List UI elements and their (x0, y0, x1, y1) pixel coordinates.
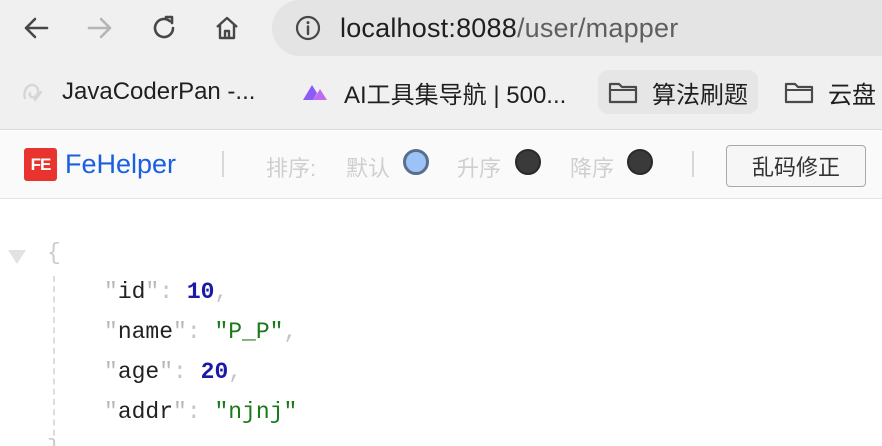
back-button[interactable] (16, 8, 56, 48)
indent-guide (53, 276, 55, 446)
back-arrow-icon (24, 17, 49, 39)
sort-option-asc-label: 升序 (457, 156, 502, 181)
json-value: 10 (186, 279, 215, 305)
sort-default-radio[interactable] (403, 149, 429, 175)
json-value: "njnj" (214, 399, 298, 425)
json-entry-name[interactable]: "name": "P_P", (104, 319, 297, 345)
home-button[interactable] (207, 8, 247, 48)
bookmark-label: JavaCoderPan -... (62, 78, 256, 105)
fehelper-logo[interactable]: FE FeHelper (24, 148, 176, 181)
url-text: localhost:8088/user/mapper (340, 13, 678, 44)
bookmark-label: 云盘 (828, 81, 876, 109)
bookmark-javacoderpan[interactable]: JavaCoderPan -... (18, 70, 255, 114)
json-entry-id[interactable]: "id": 10, (104, 279, 228, 305)
url-host: localhost:8088 (340, 12, 517, 43)
address-bar[interactable]: localhost:8088/user/mapper (272, 0, 882, 56)
site-info-icon[interactable] (294, 14, 322, 42)
home-icon (216, 16, 238, 40)
folder-icon (608, 77, 638, 107)
json-close-brace: } (47, 436, 61, 446)
toolbar-divider (692, 151, 694, 177)
forward-arrow-icon (87, 17, 112, 39)
ai-logo-icon (300, 77, 330, 107)
json-viewer: { "id": 10, "name": "P_P", "age": 20, "a… (0, 200, 882, 446)
fix-encoding-button[interactable]: 乱码修正 (726, 145, 866, 187)
fehelper-badge-icon: FE (24, 148, 57, 181)
sort-option-default-label: 默认 (346, 156, 391, 181)
sort-asc-radio[interactable] (515, 149, 541, 175)
json-key: name (117, 319, 174, 345)
browser-toolbar: localhost:8088/user/mapper (0, 0, 882, 56)
bookmark-folder-algorithms[interactable]: 算法刷题 (598, 70, 758, 114)
json-open-brace: { (47, 240, 61, 266)
folder-icon (784, 77, 814, 107)
json-value: 20 (200, 359, 229, 385)
url-path: /user/mapper (516, 12, 679, 43)
toolbar-divider (222, 151, 224, 177)
bookmarks-bar: JavaCoderPan -... AI工具集导航 | 500... 算法刷题 … (0, 56, 882, 130)
sort-label: 排序: (266, 156, 317, 181)
bookmark-label: 算法刷题 (652, 81, 748, 109)
json-value: "P_P" (214, 319, 284, 345)
sort-option-desc-label: 降序 (570, 156, 615, 181)
fehelper-toolbar: FE FeHelper 排序: 默认 升序 降序 乱码修正 (0, 131, 882, 199)
json-entry-addr[interactable]: "addr": "njnj" (104, 399, 297, 425)
bookmark-ai-tools[interactable]: AI工具集导航 | 500... (300, 70, 566, 114)
json-key: addr (117, 399, 174, 425)
reload-icon (153, 15, 175, 39)
fehelper-brand-name: FeHelper (65, 149, 177, 179)
collapse-toggle-icon[interactable] (8, 250, 26, 264)
sort-desc-radio[interactable] (627, 149, 653, 175)
forward-button[interactable] (80, 8, 120, 48)
json-key: age (117, 359, 160, 385)
reload-button[interactable] (144, 8, 184, 48)
bookmark-folder-cloud[interactable]: 云盘 (784, 70, 876, 114)
json-key: id (117, 279, 146, 305)
bookmark-label: AI工具集导航 | 500... (344, 81, 567, 109)
logo-icon (18, 77, 48, 107)
json-entry-age[interactable]: "age": 20, (104, 359, 242, 385)
